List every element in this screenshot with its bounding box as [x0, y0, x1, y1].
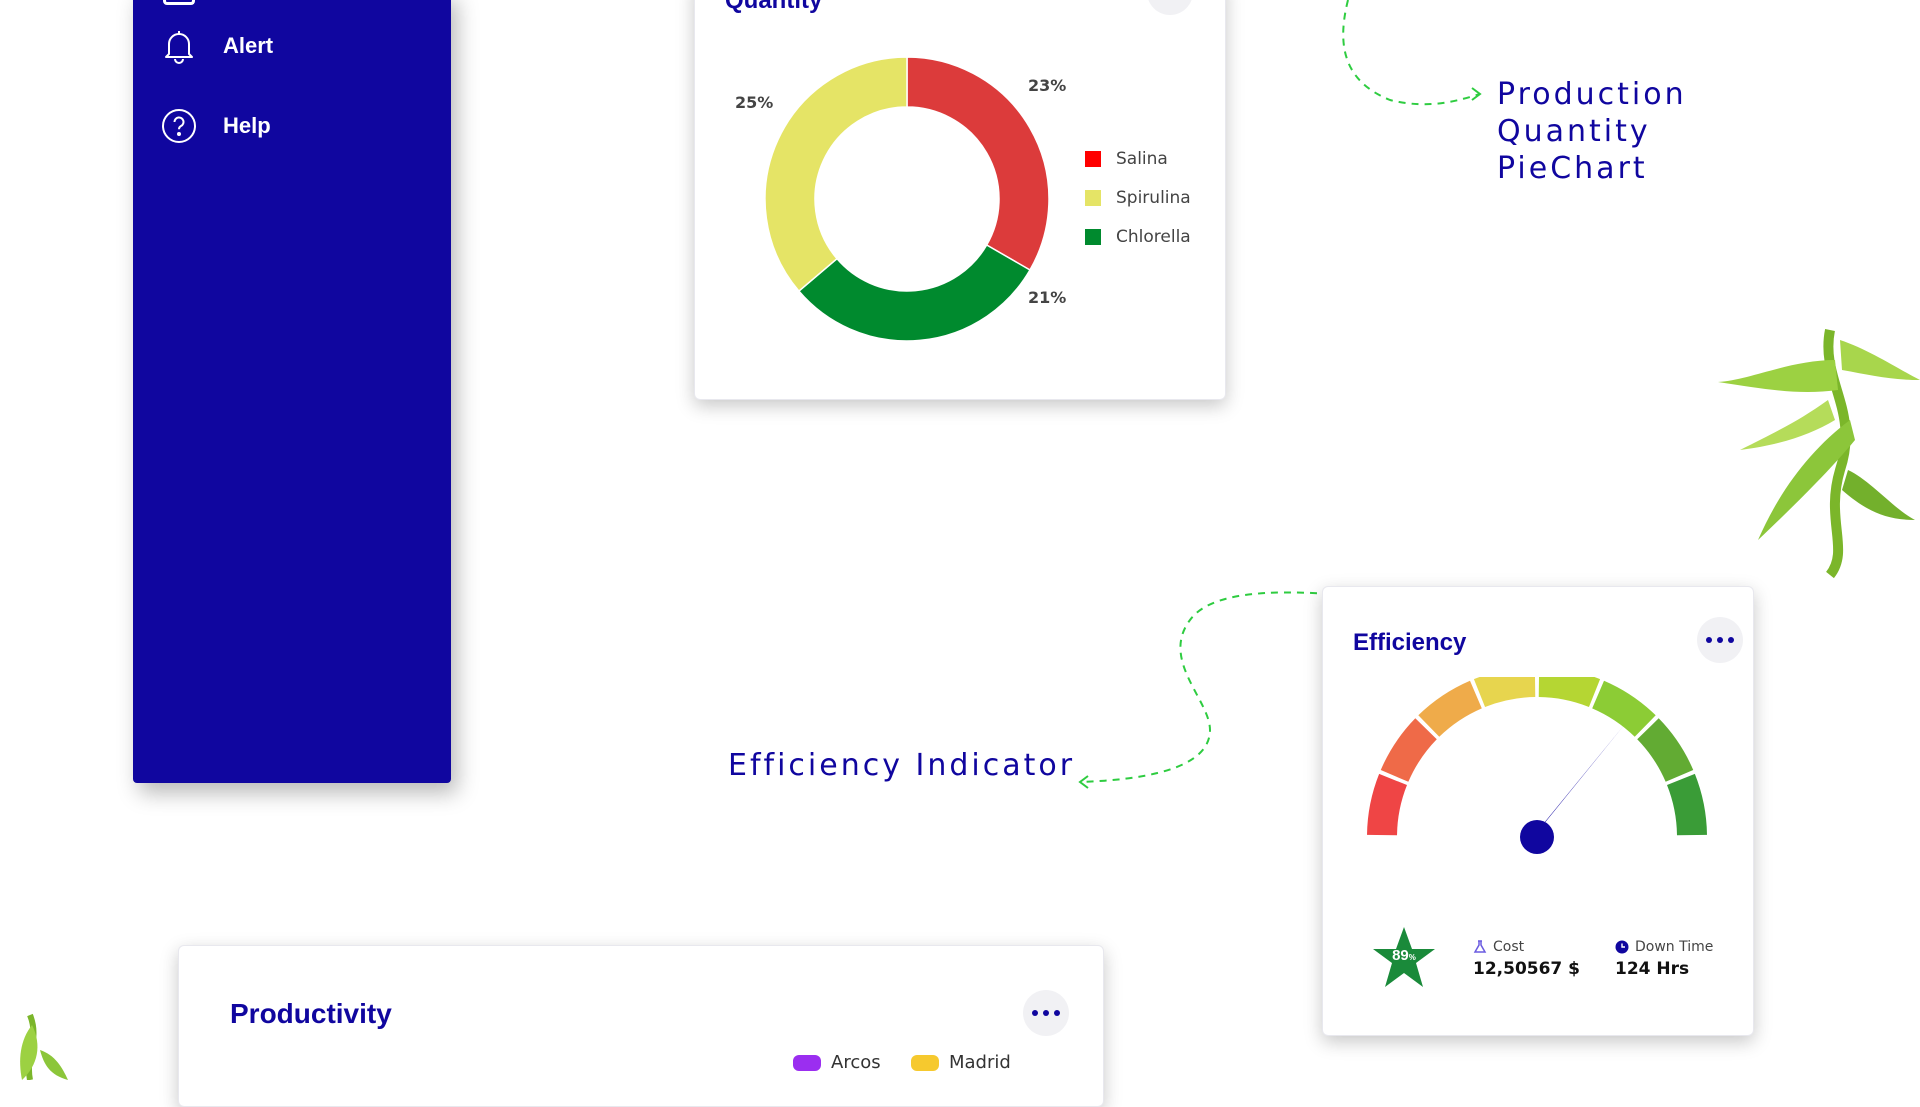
seaweed-illustration [20, 1013, 68, 1080]
sidebar: Alert Help [133, 0, 451, 783]
help-circle-icon [161, 108, 197, 144]
gauge-segment [1538, 677, 1601, 707]
gauge-segment [1367, 773, 1407, 836]
gauge-segment [1418, 680, 1482, 737]
legend-swatch [911, 1054, 939, 1071]
gauge-segment [1380, 718, 1437, 782]
legend-item: Chlorella [1085, 227, 1191, 247]
sidebar-item-alert[interactable]: Alert [161, 28, 273, 64]
sidebar-item-label: Help [223, 113, 271, 138]
legend-swatch [1085, 229, 1101, 245]
flask-icon [1473, 940, 1487, 953]
legend-label: Spirulina [1116, 188, 1191, 208]
downtime-stat: Down Time 124 Hrs [1615, 939, 1713, 979]
efficiency-gauge [1367, 677, 1707, 854]
bell-icon [161, 28, 197, 64]
data-label-chlorella: 21% [1028, 288, 1067, 307]
quantity-card: Quantity 23% 21% 25% Salina Spirulina Ch… [694, 0, 1226, 400]
rating-value: 89% [1392, 947, 1416, 964]
more-options-button[interactable] [1023, 990, 1069, 1036]
legend-swatch [1085, 190, 1101, 206]
downtime-value: 124 Hrs [1615, 959, 1690, 979]
legend-item-arcos: Arcos [793, 1052, 881, 1073]
productivity-card: Productivity Arcos Madrid [178, 945, 1104, 1107]
legend-item: Spirulina [1085, 188, 1191, 208]
clock-icon [1615, 940, 1629, 954]
data-label-salina: 23% [1028, 76, 1067, 95]
legend-label: Salina [1116, 149, 1168, 169]
annotation-production-pie: Production Quantity PieChart [1497, 77, 1687, 186]
legend-item-madrid: Madrid [911, 1052, 1011, 1073]
card-title: Productivity [230, 998, 392, 1029]
legend-label: Madrid [949, 1052, 1011, 1073]
downtime-label: Down Time [1635, 939, 1714, 955]
efficiency-card: Efficiency 89% Cost 12,50567 $ Down Time… [1322, 586, 1754, 1036]
dashed-connector [1342, 0, 1482, 106]
data-label-spirulina: 25% [735, 93, 774, 112]
cost-value: 12,50567 $ [1473, 959, 1581, 979]
gauge-segment [1473, 677, 1536, 707]
legend-label: Chlorella [1116, 227, 1191, 247]
sidebar-item-label: Alert [223, 33, 274, 58]
gauge-segment [1667, 773, 1707, 836]
gauge-segment [1637, 718, 1694, 782]
legend-item: Salina [1085, 149, 1168, 169]
legend-label: Arcos [831, 1052, 881, 1073]
sidebar-item-help[interactable]: Help [161, 108, 271, 144]
gauge-segment [1592, 680, 1656, 737]
seaweed-illustration [1718, 329, 1920, 579]
gauge-hub [1520, 820, 1554, 854]
cost-stat: Cost 12,50567 $ [1473, 939, 1580, 979]
cost-label: Cost [1493, 939, 1525, 955]
donut-slice-spirulina[interactable] [764, 56, 908, 293]
legend-swatch [1085, 151, 1101, 167]
legend-swatch [793, 1054, 821, 1071]
dashed-connector [1078, 589, 1335, 789]
card-title: Efficiency [1353, 629, 1467, 656]
annotation-efficiency-indicator: Efficiency Indicator [728, 748, 1076, 783]
more-options-button[interactable] [1697, 617, 1743, 663]
partial-nav-icon [163, 0, 195, 5]
